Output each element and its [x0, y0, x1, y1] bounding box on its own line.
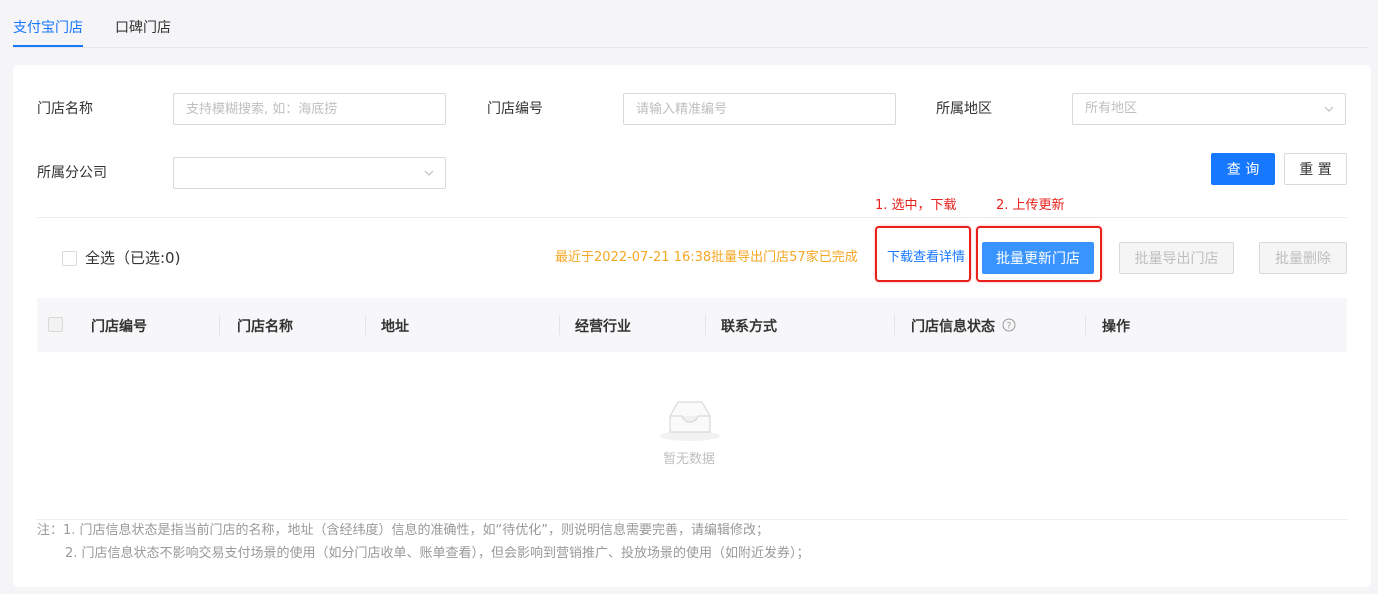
tab-koubei-store[interactable]: 口碑门店: [115, 17, 171, 37]
filter-divider: [37, 217, 1347, 218]
store-name-input[interactable]: [173, 93, 446, 125]
store-name-label: 门店名称: [37, 101, 93, 117]
col-store-name: 门店名称: [237, 319, 293, 335]
chevron-down-icon: [1324, 106, 1334, 112]
col-contact: 联系方式: [721, 319, 777, 335]
store-tabs: 支付宝门店 口碑门店: [0, 0, 1378, 48]
note-line-1: 注：1. 门店信息状态是指当前门店的名称，地址（含经纬度）信息的准确性，如“待优…: [37, 523, 770, 538]
note-line-2: 2. 门店信息状态不影响交易支付场景的使用（如分门店收单、账单查看），但会影响到…: [65, 546, 810, 561]
highlight-download: [875, 226, 971, 282]
select-all-checkbox[interactable]: [62, 251, 77, 266]
tab-active-indicator: [13, 45, 83, 47]
store-list-card: 门店名称 门店编号 所属地区 所有地区 所属分公司 查 询 重 置 1. 选中，…: [13, 65, 1371, 587]
col-address: 地址: [381, 319, 409, 335]
highlight-batch-update: [976, 226, 1102, 282]
export-status-text: 最近于2022-07-21 16:38批量导出门店57家已完成: [555, 250, 858, 265]
col-divider: [1085, 315, 1086, 335]
store-no-label: 门店编号: [487, 101, 543, 117]
branch-label: 所属分公司: [37, 165, 107, 181]
col-industry: 经营行业: [575, 319, 631, 335]
query-button[interactable]: 查 询: [1211, 153, 1275, 185]
help-icon[interactable]: ?: [1002, 318, 1016, 332]
col-divider: [894, 315, 895, 335]
col-actions: 操作: [1102, 319, 1130, 335]
store-no-input[interactable]: [623, 93, 896, 125]
svg-text:?: ?: [1007, 322, 1012, 332]
batch-export-button[interactable]: 批量导出门店: [1119, 242, 1234, 274]
select-all-label[interactable]: 全选（已选:0): [85, 248, 180, 268]
reset-button[interactable]: 重 置: [1284, 153, 1347, 185]
col-divider: [559, 315, 560, 335]
table-header: 门店编号 门店名称 地址 经营行业 联系方式 门店信息状态 ? 操作: [37, 298, 1347, 352]
region-select-value: 所有地区: [1085, 101, 1138, 116]
region-select[interactable]: 所有地区: [1072, 93, 1346, 125]
batch-delete-button[interactable]: 批量删除: [1259, 242, 1347, 274]
col-divider: [219, 315, 220, 335]
tab-baseline: [13, 47, 1368, 48]
col-divider: [705, 315, 706, 335]
region-label: 所属地区: [936, 101, 992, 117]
branch-select[interactable]: [173, 157, 446, 189]
col-divider: [365, 315, 366, 335]
header-checkbox[interactable]: [48, 317, 63, 332]
tab-alipay-store[interactable]: 支付宝门店: [13, 17, 83, 37]
annotation-step2: 2. 上传更新: [996, 198, 1065, 213]
chevron-down-icon: [424, 170, 434, 176]
empty-inbox-icon: [660, 401, 720, 441]
empty-text: 暂无数据: [663, 452, 716, 467]
notes-divider: [37, 519, 1347, 520]
col-store-no: 门店编号: [91, 319, 147, 335]
col-store-status: 门店信息状态: [911, 319, 995, 335]
annotation-step1: 1. 选中，下载: [875, 198, 957, 213]
